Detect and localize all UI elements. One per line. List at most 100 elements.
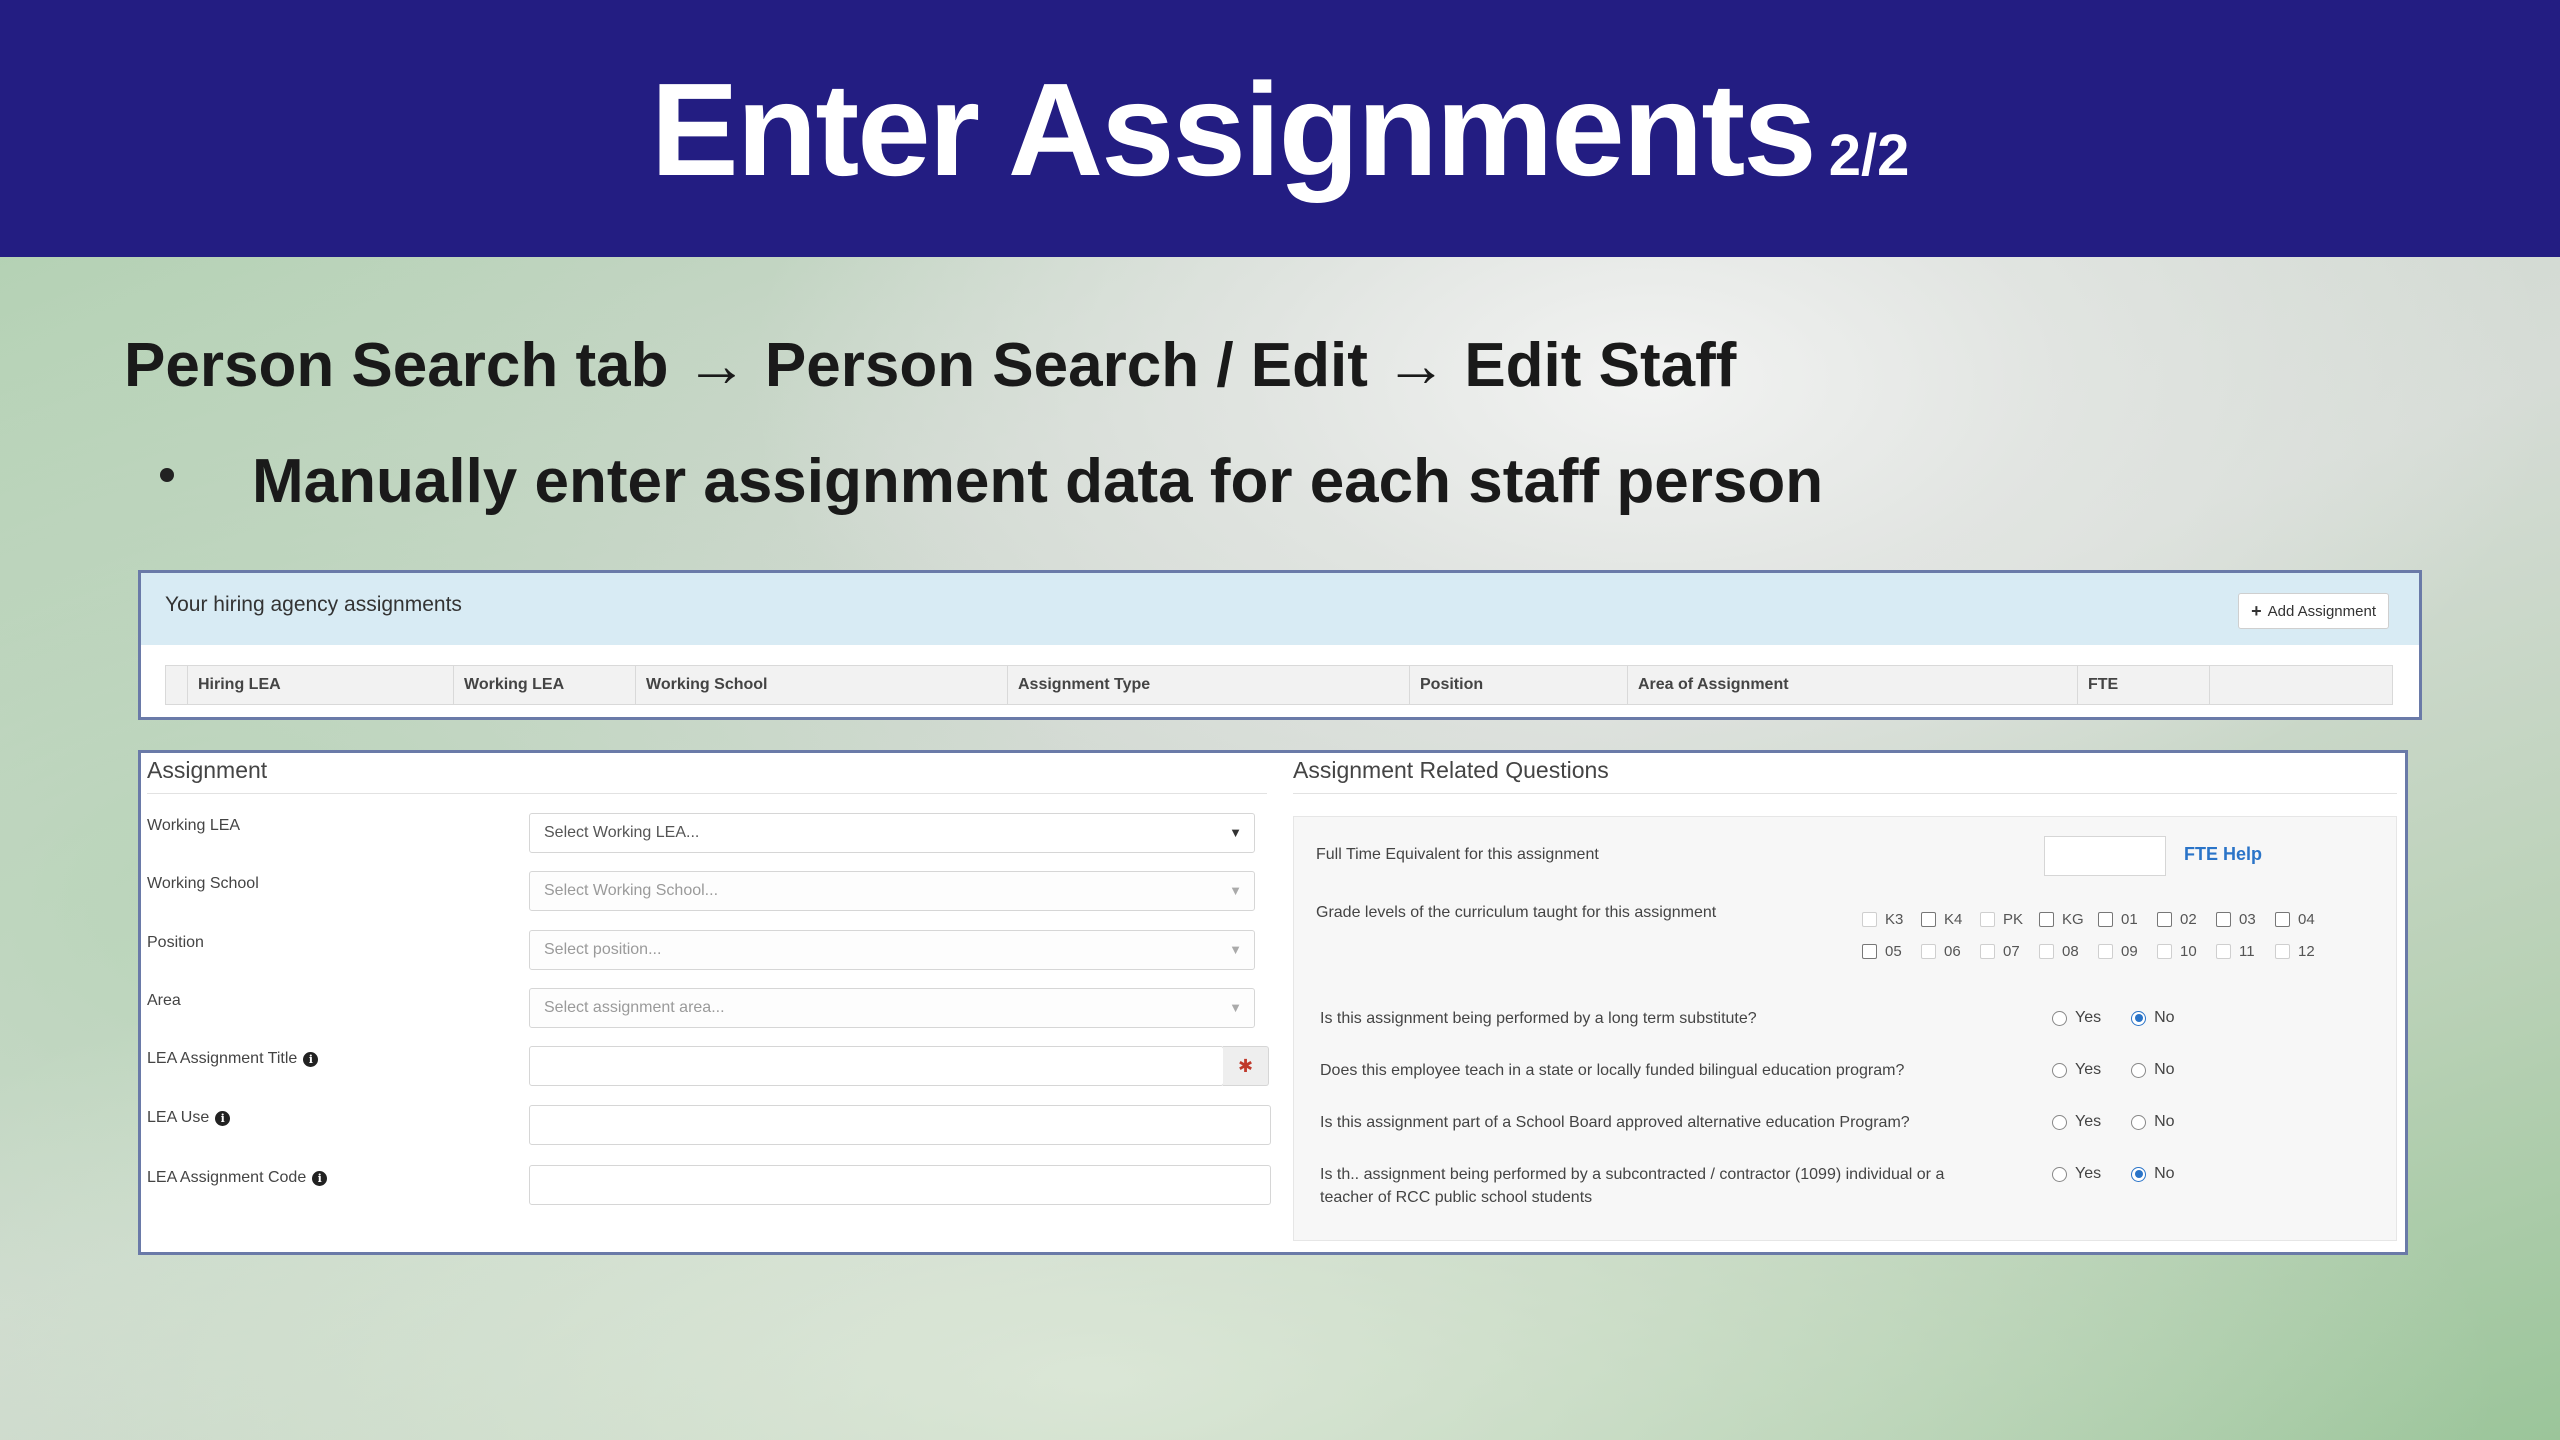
assignment-form-panel: Assignment Working LEA Select Working LE… bbox=[138, 750, 2408, 1255]
grade-checkbox[interactable]: 03 bbox=[2216, 911, 2256, 928]
checkbox[interactable] bbox=[1921, 912, 1936, 927]
radio-group-alternative-education: Yes No bbox=[2052, 1113, 2175, 1131]
lea-assignment-code-label: LEA Assignment Code i bbox=[147, 1169, 328, 1187]
required-asterisk-icon: ✱ bbox=[1223, 1046, 1269, 1086]
checkbox[interactable] bbox=[2039, 944, 2054, 959]
yes-radio[interactable] bbox=[2052, 1062, 2067, 1078]
position-placeholder: Select position... bbox=[544, 941, 662, 958]
working-school-select[interactable]: Select Working School... ▼ bbox=[529, 871, 1255, 911]
lea-assignment-title-label: LEA Assignment Title i bbox=[147, 1050, 319, 1068]
grade-checkbox[interactable]: K4 bbox=[1921, 911, 1962, 928]
question-bilingual-program: Does this employee teach in a state or l… bbox=[1320, 1062, 1905, 1079]
checkbox[interactable] bbox=[2098, 912, 2113, 927]
lea-assignment-code-input[interactable] bbox=[529, 1165, 1271, 1205]
info-icon[interactable]: i bbox=[215, 1110, 231, 1126]
checkbox[interactable] bbox=[2275, 944, 2290, 959]
working-lea-select[interactable]: Select Working LEA... ▼ bbox=[529, 813, 1255, 853]
checkbox[interactable] bbox=[2216, 944, 2231, 959]
column-header[interactable]: Hiring LEA bbox=[188, 666, 454, 704]
plus-icon: + bbox=[2251, 600, 2262, 621]
slide-title-suffix: 2/2 bbox=[1828, 123, 1910, 188]
no-radio[interactable] bbox=[2131, 1062, 2147, 1078]
add-assignment-label: Add Assignment bbox=[2267, 602, 2376, 620]
position-label: Position bbox=[147, 934, 204, 951]
working-school-label: Working School bbox=[147, 875, 259, 892]
column-header[interactable]: Assignment Type bbox=[1008, 666, 1410, 704]
yes-radio[interactable] bbox=[2052, 1166, 2067, 1182]
column-header[interactable]: Working School bbox=[636, 666, 1008, 704]
grade-checkbox[interactable]: KG bbox=[2039, 911, 2084, 928]
checkbox[interactable] bbox=[1980, 912, 1995, 927]
grade-checkbox[interactable]: 10 bbox=[2157, 943, 2197, 960]
grade-checkbox[interactable]: PK bbox=[1980, 911, 2023, 928]
checkbox[interactable] bbox=[2039, 912, 2054, 927]
no-radio[interactable] bbox=[2131, 1114, 2147, 1130]
chevron-down-icon: ▼ bbox=[1229, 1000, 1242, 1015]
no-label: No bbox=[2154, 1009, 2175, 1026]
no-radio[interactable] bbox=[2131, 1166, 2147, 1182]
area-select[interactable]: Select assignment area... ▼ bbox=[529, 988, 1255, 1028]
grade-checkbox[interactable]: K3 bbox=[1862, 911, 1903, 928]
working-lea-label: Working LEA bbox=[147, 817, 241, 834]
bullet-dot bbox=[160, 468, 174, 482]
column-header[interactable]: FTE bbox=[2078, 666, 2210, 704]
grade-checkbox[interactable]: 02 bbox=[2157, 911, 2197, 928]
grade-checkbox[interactable]: 01 bbox=[2098, 911, 2138, 928]
grade-checkbox[interactable]: 11 bbox=[2216, 943, 2255, 960]
chevron-down-icon: ▼ bbox=[1229, 942, 1242, 957]
grade-checkbox[interactable]: 04 bbox=[2275, 911, 2315, 928]
section-divider bbox=[1293, 793, 2397, 794]
column-header[interactable]: Area of Assignment bbox=[1628, 666, 2078, 704]
assignments-table-header: Hiring LEA Working LEA Working School As… bbox=[165, 665, 2393, 705]
lea-use-label: LEA Use i bbox=[147, 1109, 231, 1127]
chevron-down-icon: ▼ bbox=[1229, 883, 1242, 898]
grade-checkbox[interactable]: 08 bbox=[2039, 943, 2079, 960]
column-header[interactable]: Working LEA bbox=[454, 666, 636, 704]
yes-label: Yes bbox=[2075, 1061, 2102, 1078]
lea-assignment-title-input[interactable] bbox=[529, 1046, 1224, 1086]
table-header-spacer bbox=[2210, 666, 2380, 704]
checkbox[interactable] bbox=[1862, 912, 1877, 927]
related-questions-box: Full Time Equivalent for this assignment… bbox=[1293, 816, 2397, 1241]
area-label: Area bbox=[147, 992, 181, 1009]
table-header-spacer bbox=[166, 666, 188, 704]
column-header[interactable]: Position bbox=[1410, 666, 1628, 704]
assignment-section-title: Assignment bbox=[147, 757, 268, 783]
grade-checkbox[interactable]: 09 bbox=[2098, 943, 2138, 960]
position-select[interactable]: Select position... ▼ bbox=[529, 930, 1255, 970]
grade-checkbox[interactable]: 06 bbox=[1921, 943, 1961, 960]
grade-checkbox[interactable]: 12 bbox=[2275, 943, 2315, 960]
lea-use-input[interactable] bbox=[529, 1105, 1271, 1145]
checkbox[interactable] bbox=[2216, 912, 2231, 927]
radio-group-bilingual-program: Yes No bbox=[2052, 1061, 2175, 1079]
hiring-assignments-panel: Your hiring agency assignments + Add Ass… bbox=[138, 570, 2422, 720]
info-icon[interactable]: i bbox=[303, 1051, 319, 1067]
area-placeholder: Select assignment area... bbox=[544, 999, 725, 1016]
checkbox[interactable] bbox=[1862, 944, 1877, 959]
add-assignment-button[interactable]: + Add Assignment bbox=[2238, 593, 2389, 629]
slide-title-main: Enter Assignments bbox=[650, 56, 1817, 203]
checkbox[interactable] bbox=[2157, 912, 2172, 927]
question-long-term-substitute: Is this assignment being performed by a … bbox=[1320, 1010, 1757, 1027]
radio-group-subcontracted: Yes No bbox=[2052, 1165, 2175, 1183]
working-lea-placeholder: Select Working LEA... bbox=[544, 824, 700, 841]
checkbox[interactable] bbox=[2098, 944, 2113, 959]
section-divider bbox=[147, 793, 1267, 794]
grades-label: Grade levels of the curriculum taught fo… bbox=[1316, 904, 1717, 921]
radio-group-long-term-substitute: Yes No bbox=[2052, 1009, 2175, 1027]
yes-radio[interactable] bbox=[2052, 1114, 2067, 1130]
checkbox[interactable] bbox=[2157, 944, 2172, 959]
checkbox[interactable] bbox=[1980, 944, 1995, 959]
breadcrumb: Person Search tab → Person Search / Edit… bbox=[124, 331, 1737, 400]
fte-input[interactable] bbox=[2044, 836, 2166, 876]
grade-checkbox[interactable]: 07 bbox=[1980, 943, 2020, 960]
fte-help-link[interactable]: FTE Help bbox=[2184, 844, 2262, 865]
no-radio[interactable] bbox=[2131, 1010, 2147, 1026]
yes-radio[interactable] bbox=[2052, 1010, 2067, 1026]
fte-label: Full Time Equivalent for this assignment bbox=[1316, 846, 1599, 863]
checkbox[interactable] bbox=[1921, 944, 1936, 959]
checkbox[interactable] bbox=[2275, 912, 2290, 927]
grade-checkbox[interactable]: 05 bbox=[1862, 943, 1902, 960]
info-icon[interactable]: i bbox=[312, 1170, 328, 1186]
yes-label: Yes bbox=[2075, 1165, 2102, 1182]
